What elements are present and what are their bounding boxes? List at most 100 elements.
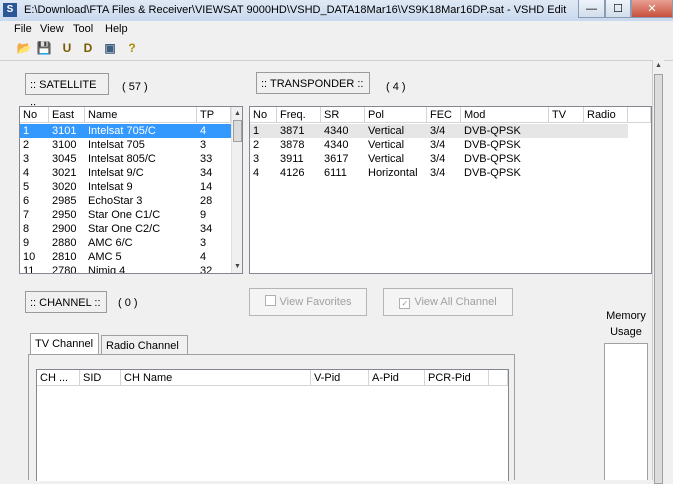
column-header[interactable]: A-Pid xyxy=(369,370,425,386)
tab-tv-channel[interactable]: TV Channel xyxy=(30,333,99,355)
table-cell: 3021 xyxy=(52,167,77,179)
table-cell: 2900 xyxy=(52,223,77,235)
memory-usage-label: Memory Usage xyxy=(604,308,648,340)
table-cell: 4 xyxy=(200,251,207,263)
table-row[interactable]: 1 3871 4340 Vertical 3/4 DVB-QPSK xyxy=(250,124,628,138)
table-cell: 3/4 xyxy=(430,167,446,179)
scrollbar-thumb[interactable] xyxy=(654,74,663,484)
view-all-checkbox[interactable]: ✓ xyxy=(399,298,411,309)
table-row[interactable]: 1 3101 Intelsat 705/C 4 xyxy=(20,124,231,138)
table-cell: 3/4 xyxy=(430,139,446,151)
close-button[interactable]: ✕ xyxy=(631,0,673,18)
scroll-up-arrow-icon[interactable]: ▲ xyxy=(653,60,664,71)
scroll-down-arrow-icon[interactable]: ▼ xyxy=(232,261,242,272)
table-row[interactable]: 4 3021 Intelsat 9/C 34 xyxy=(20,166,231,180)
scroll-up-arrow-icon[interactable]: ▲ xyxy=(232,108,242,119)
table-cell: 2880 xyxy=(52,237,77,249)
table-cell: 33 xyxy=(200,153,213,165)
table-cell: 3020 xyxy=(52,181,77,193)
table-cell: 3 xyxy=(200,237,207,249)
table-cell: 4126 xyxy=(280,167,305,179)
open-folder-icon[interactable]: 📂 xyxy=(16,40,32,56)
column-header[interactable]: Pol xyxy=(365,107,427,123)
satellite-label: :: SATELLITE :: xyxy=(25,73,109,113)
table-cell: 34 xyxy=(200,167,213,179)
table-cell: 2810 xyxy=(52,251,77,263)
table-row[interactable]: 7 2950 Star One C1/C 9 xyxy=(20,208,231,222)
table-cell: Star One C1/C xyxy=(88,209,161,221)
app-icon[interactable]: S xyxy=(3,3,17,17)
column-header[interactable]: No xyxy=(20,107,49,123)
image-icon[interactable]: ▣ xyxy=(102,40,118,56)
table-cell: 2 xyxy=(253,139,260,151)
table-cell: 1 xyxy=(253,125,260,137)
column-header[interactable]: SR xyxy=(321,107,365,123)
column-header[interactable]: Radio xyxy=(584,107,628,123)
table-row[interactable]: 3 3911 3617 Vertical 3/4 DVB-QPSK xyxy=(250,152,628,166)
table-row[interactable]: 4 4126 6111 Horizontal 3/4 DVB-QPSK xyxy=(250,166,628,180)
column-header[interactable]: CH ... xyxy=(37,370,80,386)
minimize-button[interactable]: — xyxy=(578,0,605,18)
column-header[interactable]: FEC xyxy=(427,107,461,123)
table-cell: 4 xyxy=(200,125,207,137)
column-header[interactable]: PCR-Pid xyxy=(425,370,489,386)
table-cell: 3617 xyxy=(324,153,349,165)
table-cell: 3/4 xyxy=(430,125,446,137)
table-cell: Intelsat 9/C xyxy=(88,167,144,179)
view-favorites-button[interactable]: View Favorites xyxy=(249,288,367,316)
table-row[interactable]: 11 2780 Nimiq 4 32 xyxy=(20,264,231,274)
table-row[interactable]: 8 2900 Star One C2/C 34 xyxy=(20,222,231,236)
column-header[interactable]: No xyxy=(250,107,277,123)
maximize-button[interactable]: ☐ xyxy=(605,0,631,18)
table-row[interactable]: 3 3045 Intelsat 805/C 33 xyxy=(20,152,231,166)
tab-radio-channel[interactable]: Radio Channel xyxy=(101,335,188,355)
view-all-channel-label: View All Channel xyxy=(414,296,497,308)
table-cell: 1 xyxy=(23,125,30,137)
table-cell: Intelsat 705 xyxy=(88,139,145,151)
table-row[interactable]: 2 3100 Intelsat 705 3 xyxy=(20,138,231,152)
window-scrollbar[interactable]: ▲ xyxy=(652,60,664,484)
favorites-checkbox[interactable] xyxy=(264,295,276,306)
column-header[interactable]: TV xyxy=(549,107,584,123)
satellite-scrollbar[interactable]: ▲ ▼ xyxy=(231,107,242,273)
table-cell: 28 xyxy=(200,195,213,207)
column-header[interactable]: TP xyxy=(197,107,231,123)
scrollbar-thumb[interactable] xyxy=(233,120,242,142)
table-row[interactable]: 6 2985 EchoStar 3 28 xyxy=(20,194,231,208)
channel-list[interactable]: CH ... SID CH Name V-Pid A-Pid PCR-Pid xyxy=(36,369,509,481)
table-cell: 3045 xyxy=(52,153,77,165)
table-cell: 3100 xyxy=(52,139,77,151)
table-row[interactable]: 2 3878 4340 Vertical 3/4 DVB-QPSK xyxy=(250,138,628,152)
column-header[interactable]: CH Name xyxy=(121,370,311,386)
menu-view[interactable]: View xyxy=(40,23,64,35)
column-header[interactable]: SID xyxy=(80,370,121,386)
column-header[interactable]: Mod xyxy=(461,107,549,123)
table-cell: 5 xyxy=(23,181,30,193)
column-header[interactable]: V-Pid xyxy=(311,370,369,386)
transponder-list[interactable]: No Freq. SR Pol FEC Mod TV Radio 1 3871 4340 Vertic… xyxy=(249,106,652,274)
table-cell: 10 xyxy=(23,251,36,263)
table-cell: 2780 xyxy=(52,265,77,274)
table-cell: Intelsat 9 xyxy=(88,181,133,193)
table-cell: 8 xyxy=(23,223,30,235)
menu-tool[interactable]: Tool xyxy=(73,23,93,35)
table-cell: 3/4 xyxy=(430,153,446,165)
upload-u-button[interactable]: U xyxy=(59,40,75,56)
table-cell: Star One C2/C xyxy=(88,223,161,235)
column-header[interactable]: Name xyxy=(85,107,197,123)
menu-help[interactable]: Help xyxy=(105,23,128,35)
table-cell: 2985 xyxy=(52,195,77,207)
table-row[interactable]: 5 3020 Intelsat 9 14 xyxy=(20,180,231,194)
save-icon[interactable]: 💾 xyxy=(36,40,52,56)
satellite-list[interactable]: No East Name TP 1 3101 Intelsat 705/C 4 2 3100 Int… xyxy=(19,106,243,274)
table-cell: 3 xyxy=(23,153,30,165)
column-header[interactable]: Freq. xyxy=(277,107,321,123)
view-all-channel-button[interactable]: ✓ View All Channel xyxy=(383,288,513,316)
download-d-button[interactable]: D xyxy=(80,40,96,56)
help-icon[interactable]: ? xyxy=(124,40,140,56)
column-header[interactable]: East xyxy=(49,107,85,123)
menu-file[interactable]: File xyxy=(14,23,32,35)
table-cell: Nimiq 4 xyxy=(88,265,126,274)
table-row[interactable]: 9 2880 AMC 6/C 3 xyxy=(20,236,231,250)
table-row[interactable]: 10 2810 AMC 5 4 xyxy=(20,250,231,264)
